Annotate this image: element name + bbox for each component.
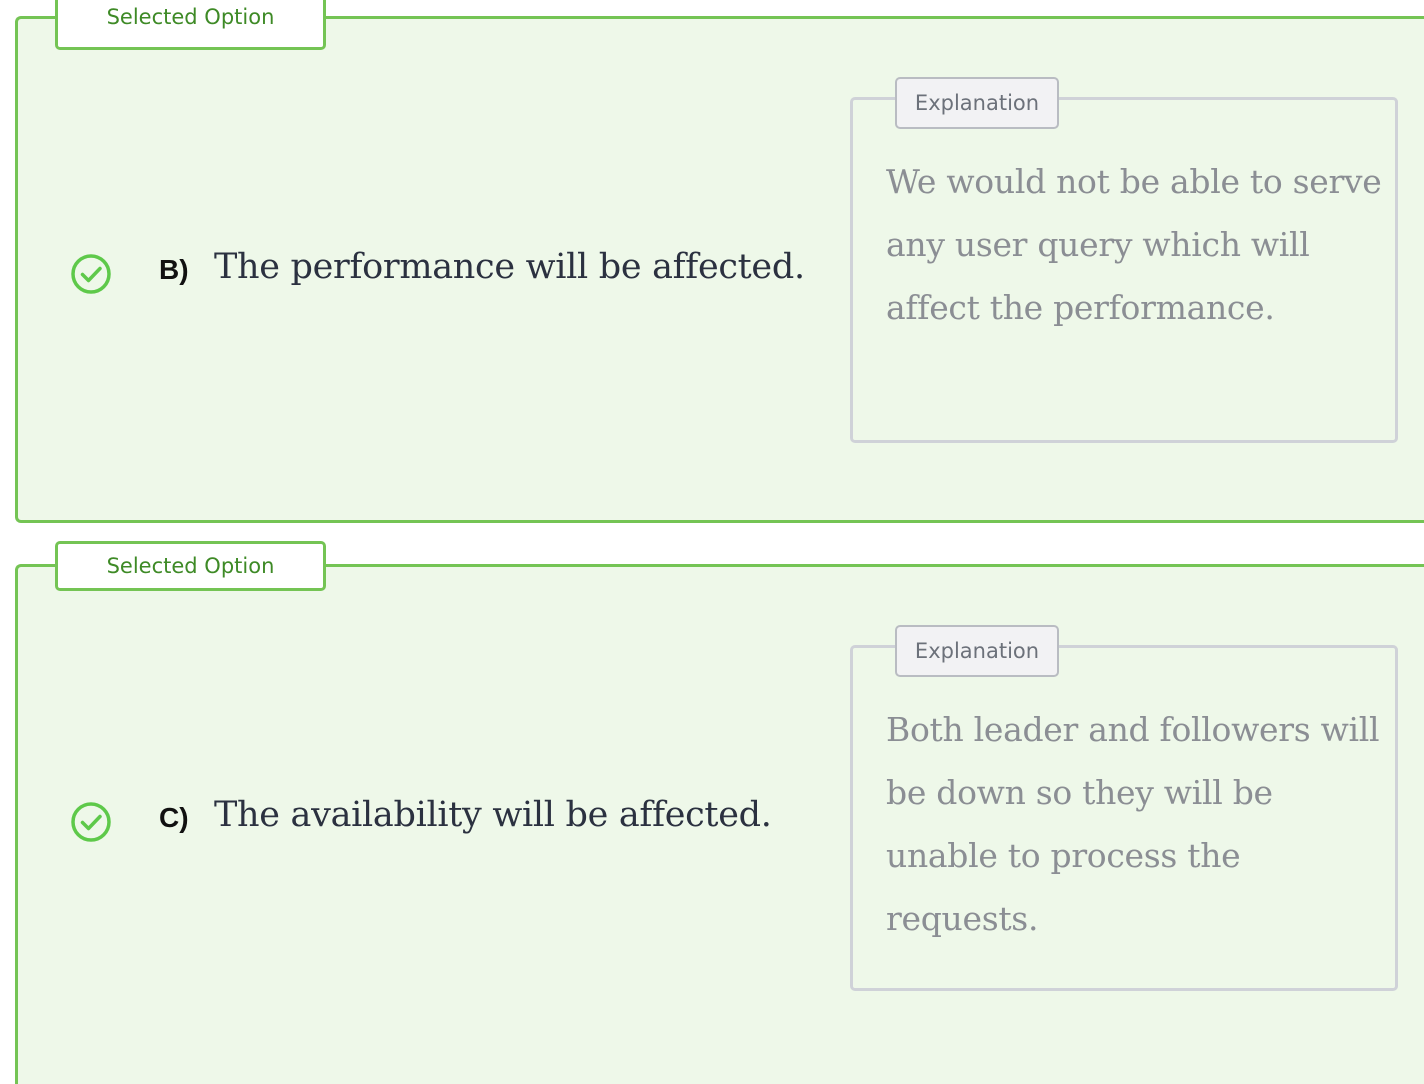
option-letter: B) bbox=[159, 254, 189, 285]
explanation-badge: Explanation bbox=[895, 625, 1059, 677]
option-text: The availability will be affected. bbox=[214, 795, 772, 835]
option-text: The performance will be affected. bbox=[214, 247, 805, 287]
explanation-label: Explanation bbox=[914, 91, 1040, 115]
option-card-c[interactable]: Selected Option C) The availability will… bbox=[15, 541, 1424, 1084]
explanation-box: Explanation Both leader and followers wi… bbox=[850, 625, 1398, 991]
explanation-box: Explanation We would not be able to serv… bbox=[850, 77, 1398, 443]
selected-option-label: Selected Option bbox=[106, 554, 275, 578]
selected-option-badge: Selected Option bbox=[55, 0, 326, 50]
explanation-label: Explanation bbox=[914, 639, 1040, 663]
option-letter: C) bbox=[159, 802, 189, 833]
check-circle-icon bbox=[71, 802, 111, 842]
check-circle-icon bbox=[71, 254, 111, 294]
option-card-b[interactable]: Selected Option B) The performance will … bbox=[15, 0, 1424, 523]
explanation-text: We would not be able to serve any user q… bbox=[886, 162, 1382, 327]
selected-option-badge: Selected Option bbox=[55, 541, 326, 591]
explanation-badge: Explanation bbox=[895, 77, 1059, 129]
explanation-text: Both leader and followers will be down s… bbox=[886, 710, 1380, 938]
selected-option-label: Selected Option bbox=[106, 5, 275, 29]
